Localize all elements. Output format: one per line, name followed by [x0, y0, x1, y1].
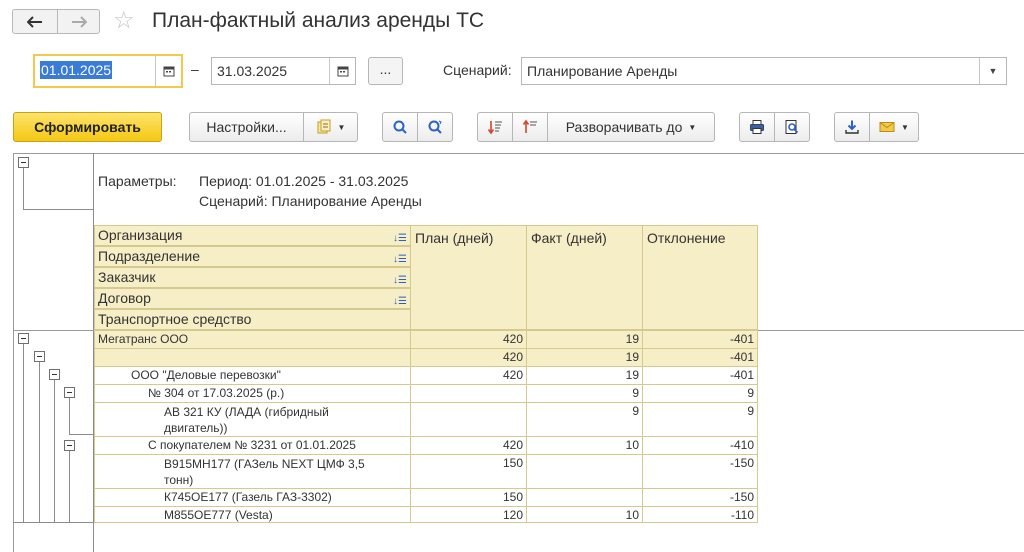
params-period: Период: 01.01.2025 - 31.03.2025	[199, 173, 409, 189]
scenario-value: Планирование Аренды	[527, 63, 678, 79]
sort-ascending-icon	[522, 119, 537, 133]
expand-to-button[interactable]: Разворачивать до ▼	[547, 112, 715, 142]
table-row[interactable]: В915МН177 (ГАЗель NEXT ЦМФ 3,5 тонн) 150…	[94, 454, 758, 488]
collapse-params-toggle[interactable]	[18, 157, 29, 168]
table-row[interactable]: АВ 321 КУ (ЛАДА (гибридный двигатель)) 9…	[94, 402, 758, 436]
calendar-icon[interactable]	[329, 58, 355, 84]
scenario-select[interactable]: Планирование Аренды ▼	[521, 57, 1007, 85]
table-bottom-border	[94, 522, 758, 523]
date-to-value: 31.03.2025	[217, 63, 288, 79]
arrow-left-icon	[27, 15, 42, 28]
scenario-label: Сценарий:	[443, 62, 512, 78]
chevron-down-icon: ▼	[337, 122, 346, 132]
sort-ascending-button[interactable]	[512, 112, 548, 142]
period-separator: –	[191, 61, 199, 77]
download-icon	[845, 120, 859, 134]
page-title: План-фактный анализ аренды ТС	[152, 9, 485, 32]
send-email-button[interactable]: ▼	[869, 112, 919, 142]
grouping-department: Подразделение ↓☰	[94, 246, 411, 267]
params-label: Параметры:	[98, 173, 177, 189]
column-deviation: Отклонение	[642, 225, 758, 330]
chevron-down-icon: ▼	[688, 122, 697, 132]
row-toggle-department[interactable]	[34, 351, 45, 362]
date-from-value: 01.01.2025	[40, 61, 113, 79]
forward-button[interactable]	[57, 9, 100, 34]
search-icon	[393, 120, 407, 134]
choose-period-button[interactable]: ...	[368, 57, 403, 85]
row-toggle-contract-3231[interactable]	[64, 440, 75, 451]
grouping-contract: Договор ↓☰	[94, 288, 411, 309]
expand-to-label: Разворачивать до	[565, 119, 683, 135]
sort-descending-icon	[487, 121, 502, 135]
params-scenario: Сценарий: Планирование Аренды	[199, 193, 422, 209]
chevron-down-icon[interactable]: ▼	[979, 58, 1006, 84]
grouping-organization: Организация ↓☰	[94, 225, 411, 246]
table-row[interactable]: № 304 от 17.03.2025 (р.) 9 9	[94, 384, 758, 402]
print-button[interactable]	[739, 112, 775, 142]
sort-descending-button[interactable]	[477, 112, 513, 142]
generate-button[interactable]: Сформировать	[13, 112, 162, 142]
table-row[interactable]: ООО "Деловые перевозки" 420 19 -401	[94, 366, 758, 384]
grouping-customer: Заказчик ↓☰	[94, 267, 411, 288]
star-icon[interactable]: ☆	[113, 7, 135, 35]
settings-button[interactable]: Настройки...	[189, 112, 304, 142]
search-refresh-icon	[428, 120, 442, 134]
grouping-vehicle: Транспортное средство	[94, 309, 411, 330]
save-button[interactable]	[834, 112, 870, 142]
row-toggle-customer[interactable]	[49, 369, 60, 380]
calendar-icon[interactable]	[155, 56, 181, 86]
search-reset-button[interactable]	[417, 112, 453, 142]
table-row[interactable]: М855ОЕ777 (Vesta) 120 10 -110	[94, 506, 758, 523]
printer-icon	[750, 120, 764, 134]
report-variant-button[interactable]: ▼	[303, 112, 358, 142]
table-row[interactable]: Мегатранс ООО 420 19 -401	[94, 330, 758, 348]
row-toggle-organization[interactable]	[18, 333, 29, 344]
print-preview-button[interactable]	[774, 112, 810, 142]
column-plan: План (дней)	[410, 225, 527, 330]
chevron-down-icon: ▼	[901, 122, 909, 132]
report-variant-icon	[317, 119, 331, 134]
search-button[interactable]	[382, 112, 418, 142]
title-bar: ☆ План-фактный анализ аренды ТС	[0, 0, 1024, 44]
envelope-icon	[879, 122, 895, 132]
date-from-input[interactable]: 01.01.2025	[33, 54, 183, 88]
column-fact: Факт (дней)	[526, 225, 643, 330]
date-to-input[interactable]: 31.03.2025	[211, 57, 356, 85]
arrow-right-icon	[71, 15, 87, 28]
print-preview-icon	[785, 120, 799, 134]
table-row[interactable]: К745ОЕ177 (Газель ГАЗ-3302) 150 -150	[94, 488, 758, 506]
table-row[interactable]: 420 19 -401	[94, 348, 758, 366]
table-row[interactable]: С покупателем № 3231 от 01.01.2025 420 1…	[94, 436, 758, 454]
row-toggle-contract-304[interactable]	[64, 387, 75, 398]
back-button[interactable]	[12, 9, 58, 34]
